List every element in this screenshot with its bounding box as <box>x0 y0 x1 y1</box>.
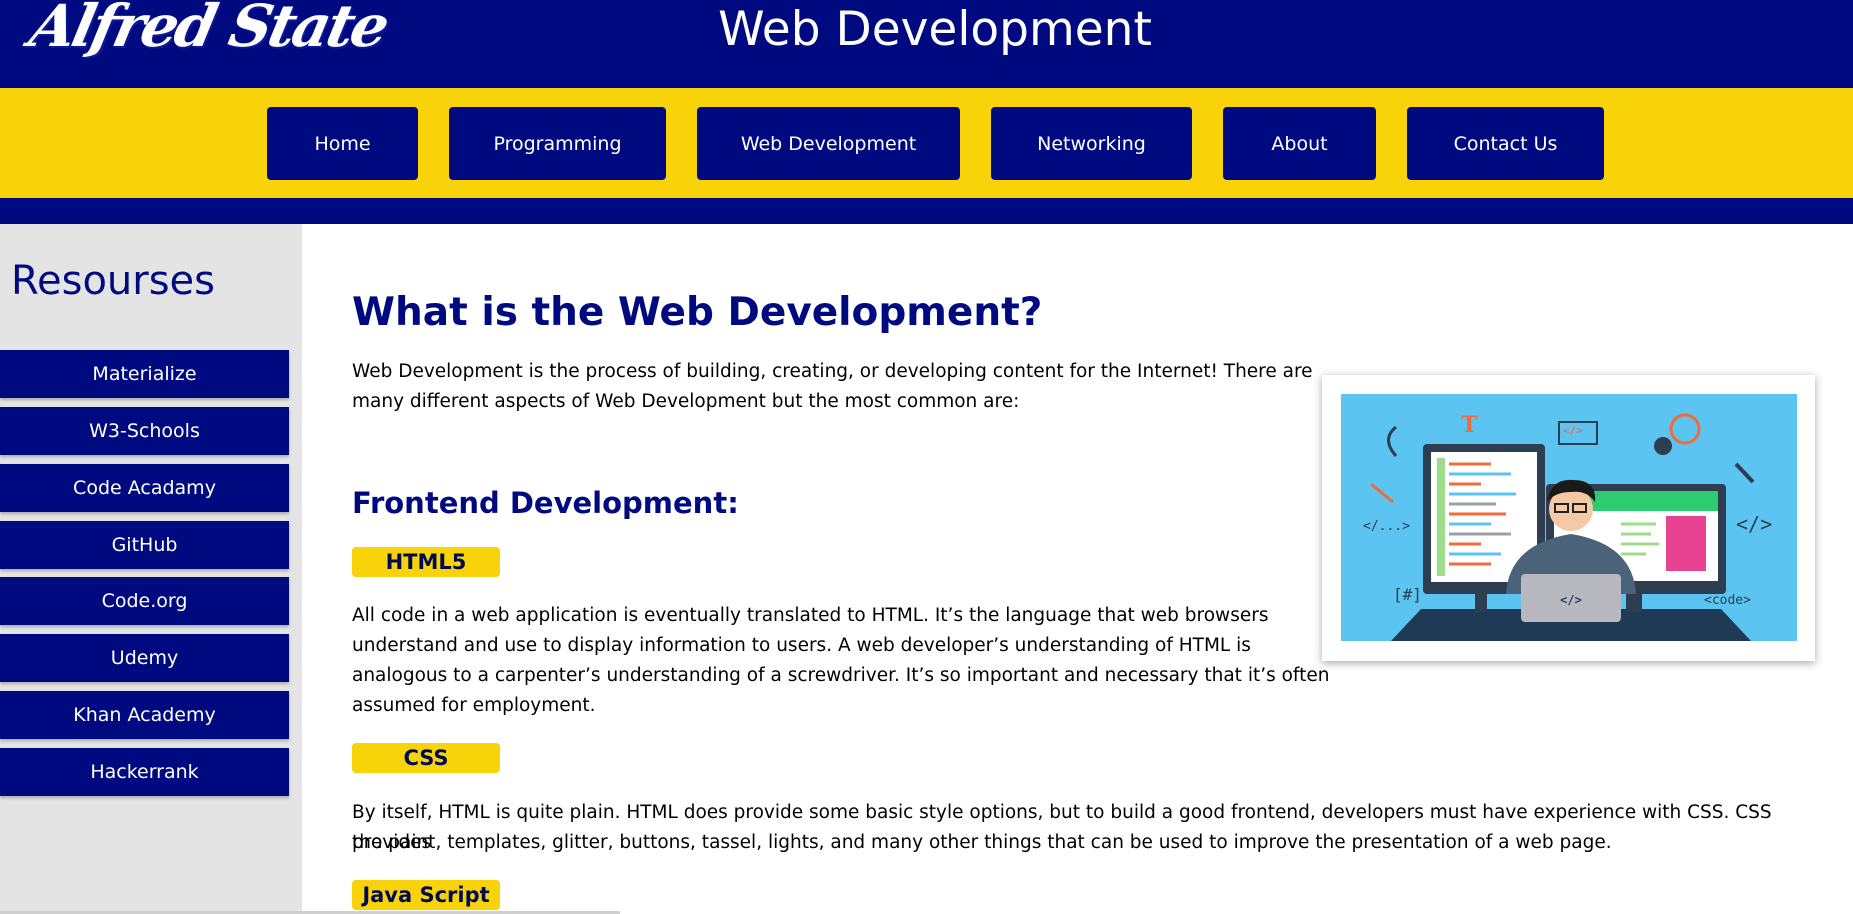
css-paragraph-line-2: the paint, templates, glitter, buttons, … <box>352 832 1612 853</box>
intro-line-1: Web Development is the process of buildi… <box>352 361 1313 382</box>
site-header: Alfred State Web Development <box>0 0 1853 88</box>
main-heading: What is the Web Development? <box>352 290 1043 335</box>
svg-text:</>: </> <box>1560 593 1582 607</box>
frontend-heading: Frontend Development: <box>352 486 739 520</box>
nav-contact-us-button[interactable]: Contact Us <box>1407 107 1604 180</box>
sidebar-item-hackerrank[interactable]: Hackerrank <box>0 748 289 796</box>
html-paragraph-line-4: assumed for employment. <box>352 695 596 716</box>
html-paragraph-line-1: All code in a web application is eventua… <box>352 605 1269 626</box>
code-label-5: </> <box>1563 424 1583 437</box>
sidebar-item-udemy[interactable]: Udemy <box>0 634 289 682</box>
html5-tag: HTML5 <box>352 547 500 577</box>
nav-divider-stripe <box>0 198 1853 224</box>
code-label-1: </...> <box>1363 519 1410 534</box>
nav-programming-button[interactable]: Programming <box>449 107 666 180</box>
developer-at-computer-image: </> </...> [#] </> <code> </> T <box>1341 394 1797 641</box>
sidebar-title: Resourses <box>11 258 216 304</box>
svg-text:T: T <box>1461 412 1478 438</box>
nav-web-development-button[interactable]: Web Development <box>697 107 960 180</box>
nav-networking-button[interactable]: Networking <box>991 107 1192 180</box>
resources-sidebar: Resourses Materialize W3-Schools Code Ac… <box>0 224 302 914</box>
code-label-2: [#] <box>1393 585 1422 604</box>
sidebar-item-materialize[interactable]: Materialize <box>0 350 289 398</box>
sidebar-item-code-org[interactable]: Code.org <box>0 577 289 625</box>
nav-about-button[interactable]: About <box>1223 107 1376 180</box>
page-title: Web Development <box>718 2 1152 57</box>
html-paragraph-line-2: understand and use to display informatio… <box>352 635 1251 656</box>
nav-home-button[interactable]: Home <box>267 107 418 180</box>
code-label-4: <code> <box>1704 593 1751 608</box>
code-label-3: </> <box>1736 512 1772 536</box>
intro-line-2: many different aspects of Web Developmen… <box>352 391 1020 412</box>
html-paragraph-line-3: analogous to a carpenter’s understanding… <box>352 665 1330 686</box>
main-nav: Home Programming Web Development Network… <box>0 88 1853 198</box>
css-tag: CSS <box>352 743 500 773</box>
sidebar-item-w3-schools[interactable]: W3-Schools <box>0 407 289 455</box>
sidebar-item-khan-academy[interactable]: Khan Academy <box>0 691 289 739</box>
sidebar-item-code-acadamy[interactable]: Code Acadamy <box>0 464 289 512</box>
sidebar-item-github[interactable]: GitHub <box>0 521 289 569</box>
javascript-tag: Java Script <box>352 880 500 910</box>
web-developer-illustration: </> </...> [#] </> <code> </> T <box>1322 375 1815 661</box>
